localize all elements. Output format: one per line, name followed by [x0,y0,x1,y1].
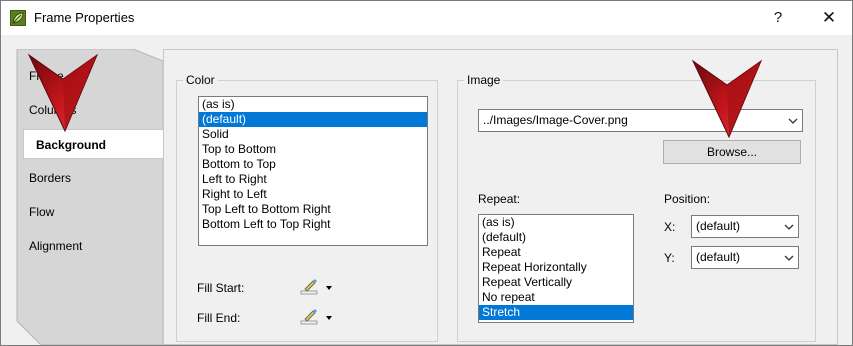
image-group-label: Image [464,73,504,87]
tab-alignment[interactable]: Alignment [17,231,157,261]
color-group-label: Color [183,73,218,87]
list-item[interactable]: (default) [199,112,427,127]
list-item[interactable]: Solid [199,127,427,142]
position-x-combobox[interactable]: (default) [691,215,799,238]
position-label: Position: [664,192,711,206]
annotation-arrow-right [691,59,763,139]
list-item[interactable]: Bottom Left to Top Right [199,217,427,232]
tab-borders[interactable]: Borders [17,163,157,193]
color-groupbox: Color (as is) (default) Solid Top to Bot… [176,73,438,342]
brush-picker-icon [300,309,318,325]
list-item[interactable]: (as is) [479,215,633,230]
image-path-value: ../Images/Image-Cover.png [483,113,628,127]
title-bar: Frame Properties ? ✕ [1,1,852,35]
list-item[interactable]: Repeat Horizontally [479,260,633,275]
fill-end-label: Fill End: [197,311,241,325]
position-y-value: (default) [696,250,741,264]
fill-start-label: Fill Start: [197,281,245,295]
position-x-value: (default) [696,219,741,233]
fill-end-picker[interactable] [300,308,334,326]
repeat-listbox[interactable]: (as is) (default) Repeat Repeat Horizont… [478,214,634,323]
color-listbox[interactable]: (as is) (default) Solid Top to Bottom Bo… [198,96,428,246]
tab-flow[interactable]: Flow [17,197,157,227]
frame-properties-window: Frame Properties ? ✕ Frame Columns Backg… [0,0,853,346]
list-item[interactable]: Left to Right [199,172,427,187]
x-label: X: [664,220,676,234]
y-label: Y: [664,251,675,265]
list-item[interactable]: Top to Bottom [199,142,427,157]
list-item[interactable]: (as is) [199,97,427,112]
position-y-combobox[interactable]: (default) [691,246,799,269]
chevron-down-icon [784,255,794,261]
annotation-arrow-left [27,53,99,133]
window-title: Frame Properties [34,10,135,25]
list-item[interactable]: No repeat [479,290,633,305]
close-button[interactable]: ✕ [809,5,849,31]
browse-button[interactable]: Browse... [663,140,801,164]
list-item[interactable]: Bottom to Top [199,157,427,172]
brush-picker-icon [300,279,318,295]
chevron-down-icon [784,224,794,230]
list-item[interactable]: Stretch [479,305,633,320]
leaf-icon [10,10,26,26]
list-item[interactable]: Repeat [479,245,633,260]
list-item[interactable]: Top Left to Bottom Right [199,202,427,217]
help-button[interactable]: ? [758,5,798,31]
fill-start-picker[interactable] [300,278,334,296]
chevron-down-icon [788,118,798,124]
list-item[interactable]: (default) [479,230,633,245]
list-item[interactable]: Right to Left [199,187,427,202]
list-item[interactable]: Repeat Vertically [479,275,633,290]
repeat-label: Repeat: [478,192,521,206]
